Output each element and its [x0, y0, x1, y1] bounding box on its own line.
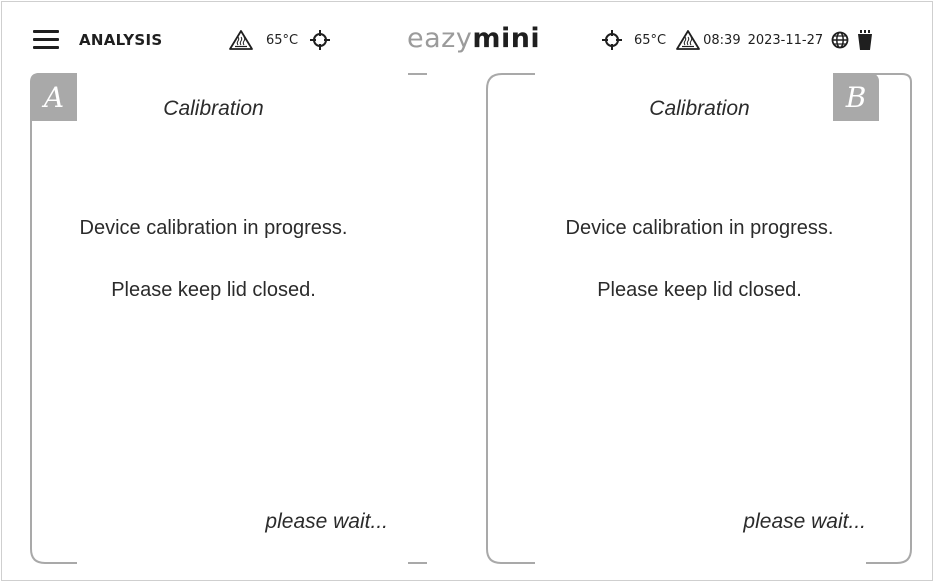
channel-a-message-line2: Please keep lid closed. — [111, 279, 316, 301]
channel-b-message-line2: Please keep lid closed. — [597, 279, 802, 301]
clock-date: 2023-11-27 — [747, 32, 824, 48]
heater-warning-icon — [676, 30, 701, 50]
device-screen: ANALYSIS 65°C eazymini 65°C 08:39 2023-1… — [0, 0, 935, 582]
channel-b-wait-text: please wait... — [743, 510, 866, 533]
channel-b-frame — [486, 73, 912, 564]
hamburger-menu-icon[interactable] — [33, 30, 59, 50]
channel-a-status: 65°C — [228, 28, 331, 52]
logo-part-mini: mini — [472, 23, 541, 54]
crosshair-target-icon — [602, 30, 622, 50]
logo-part-eazy: eazy — [407, 23, 473, 54]
top-bar: ANALYSIS 65°C eazymini 65°C 08:39 2023-1… — [0, 0, 935, 70]
channel-b-panel: B Calibration Device calibration in prog… — [455, 73, 912, 565]
channel-a-message-line1: Device calibration in progress. — [79, 217, 348, 239]
crosshair-target-icon — [310, 30, 331, 50]
channel-b-title: Calibration — [649, 97, 750, 120]
clock-time: 08:39 — [703, 32, 741, 48]
channel-b-temperature: 65°C — [634, 32, 667, 48]
channel-a-frame — [30, 73, 427, 564]
screen-title: ANALYSIS — [79, 31, 163, 49]
channel-a-wait-text: please wait... — [265, 510, 388, 533]
globe-icon[interactable] — [831, 31, 849, 49]
channel-a-temperature: 65°C — [266, 32, 299, 48]
channel-b-message-line1: Device calibration in progress. — [565, 217, 834, 239]
channel-b-status: 65°C 08:39 2023-11-27 — [602, 28, 873, 52]
channel-a-panel: A Calibration Device calibration in prog… — [0, 73, 427, 565]
waste-bin-icon[interactable] — [858, 30, 873, 50]
eazymini-logo: eazymini — [407, 24, 540, 54]
channel-a-title: Calibration — [163, 97, 264, 120]
heater-warning-icon — [229, 30, 253, 50]
